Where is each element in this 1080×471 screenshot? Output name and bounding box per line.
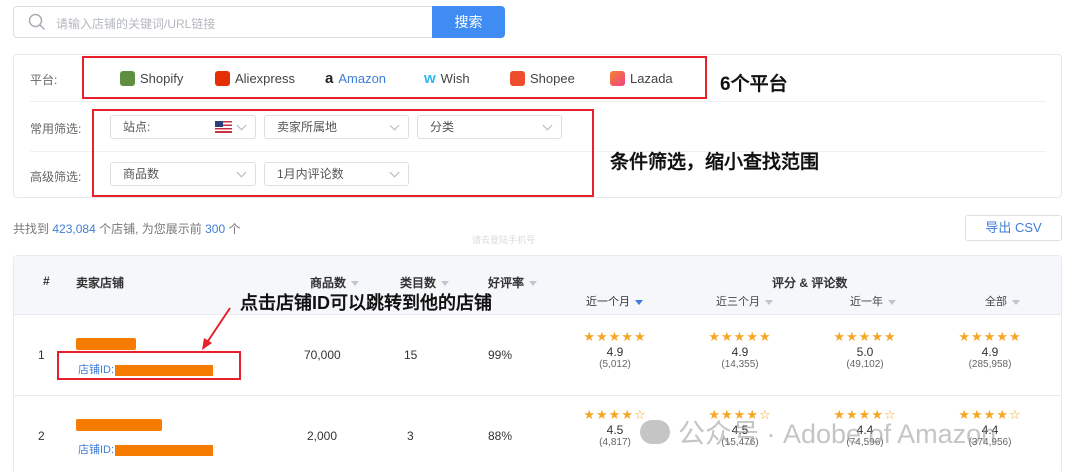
rank-cell: 2 (38, 429, 45, 443)
sort-icon (888, 299, 896, 305)
watermark-text: 公众号 · Adobe of Amazon (678, 419, 997, 449)
search-placeholder: 请输入店铺的关键词/URL链接 (56, 17, 216, 31)
filter-annotation: 条件筛选，缩小查找范围 (610, 152, 820, 173)
positive-rate-header[interactable]: 好评率 (488, 274, 538, 291)
sort-icon (441, 281, 450, 287)
watermark: 公众号 · Adobe of Amazon (640, 412, 996, 451)
advanced-filter-label: 高级筛选: (30, 170, 82, 184)
rating-cell: ★★★★★ 4.9 (14,355) (695, 329, 785, 370)
star-rating-icon: ★★★★★ (958, 329, 1022, 344)
products-header-label: 商品数 (310, 276, 347, 290)
platform-label: 平台: (30, 73, 58, 87)
period-tab-all[interactable]: 全部 (985, 293, 1020, 309)
row-divider (14, 395, 1061, 396)
categories-header-label: 类目数 (400, 276, 437, 290)
store-id-annotation: 点击店铺ID可以跳转到他的店铺 (240, 293, 492, 313)
rating-cell: ★★★★★ 4.9 (285,958) (945, 329, 1035, 370)
sort-icon (529, 281, 538, 287)
star-rating-icon: ★★★★★ (833, 329, 897, 344)
common-filter-label: 常用筛选: (30, 122, 82, 136)
store-name-redacted[interactable] (76, 338, 136, 350)
result-summary: 共找到 423,084 个店铺, 为您展示前 300 个 (13, 220, 241, 237)
categories-cell: 15 (404, 348, 418, 362)
rating-score: 4.9 (981, 345, 999, 359)
search-icon (28, 13, 46, 36)
star-rating-icon: ★★★★★ (583, 329, 647, 344)
store-name-redacted[interactable] (76, 419, 162, 431)
wechat-icon (640, 419, 670, 444)
period-tab-year[interactable]: 近一年 (850, 293, 896, 309)
summary-prefix: 共找到 (13, 222, 50, 236)
period-label: 全部 (985, 296, 1007, 308)
products-cell: 70,000 (304, 348, 341, 362)
summary-suffix: 个 (228, 222, 241, 236)
store-id-link[interactable]: 店铺ID: (78, 441, 214, 457)
period-label: 近一年 (850, 296, 883, 308)
rating-score: 4.9 (731, 345, 749, 359)
total-count: 423,084 (52, 222, 96, 236)
positive-rate-cell: 88% (488, 429, 513, 443)
ratings-header: 评分 & 评论数 (772, 276, 848, 290)
search-button[interactable]: 搜索 (432, 6, 505, 38)
search-input[interactable]: 请输入店铺的关键词/URL链接 (13, 6, 433, 38)
positive-rate-header-label: 好评率 (488, 276, 525, 290)
rating-cell: ★★★★★ 5.0 (49,102) (820, 329, 910, 370)
period-tab-month[interactable]: 近一个月 (586, 293, 643, 309)
sort-icon (1012, 299, 1020, 305)
annotation-arrow-icon (202, 307, 231, 350)
store-header: 卖家店铺 (76, 276, 125, 290)
store-id-prefix: 店铺ID: (78, 444, 115, 456)
products-cell: 2,000 (307, 429, 338, 443)
store-id-redacted (115, 444, 214, 456)
rating-score: 4.9 (606, 345, 624, 359)
filter-highlight-box (92, 109, 594, 197)
positive-rate-cell: 99% (488, 348, 513, 362)
platform-annotation: 6个平台 (720, 74, 788, 95)
period-tab-quarter[interactable]: 近三个月 (716, 293, 773, 309)
categories-cell: 3 (407, 429, 414, 443)
platform-highlight-box (82, 56, 707, 99)
sort-active-icon (635, 299, 643, 305)
rank-header: # (43, 274, 50, 288)
period-label: 近一个月 (586, 296, 630, 308)
shown-count: 300 (205, 222, 226, 236)
divider (30, 101, 1046, 102)
review-count: (49,102) (846, 359, 884, 370)
summary-middle: 个店铺, 为您展示前 (99, 222, 202, 236)
review-count: (14,355) (721, 359, 759, 370)
table-header (14, 256, 1061, 315)
period-label: 近三个月 (716, 296, 760, 308)
review-count: (285,958) (968, 359, 1012, 370)
faint-text: 请去登陆手机号 (472, 235, 536, 245)
rating-cell: ★★★★★ 4.9 (5,012) (570, 329, 660, 370)
store-id-highlight-box (57, 351, 241, 380)
star-rating-icon: ★★★★★ (708, 329, 772, 344)
sort-icon (351, 281, 360, 287)
rank-cell: 1 (38, 348, 45, 362)
export-csv-button[interactable]: 导出 CSV (965, 215, 1062, 241)
rating-score: 5.0 (856, 345, 874, 359)
review-count: (5,012) (599, 359, 631, 370)
sort-icon (765, 299, 773, 305)
